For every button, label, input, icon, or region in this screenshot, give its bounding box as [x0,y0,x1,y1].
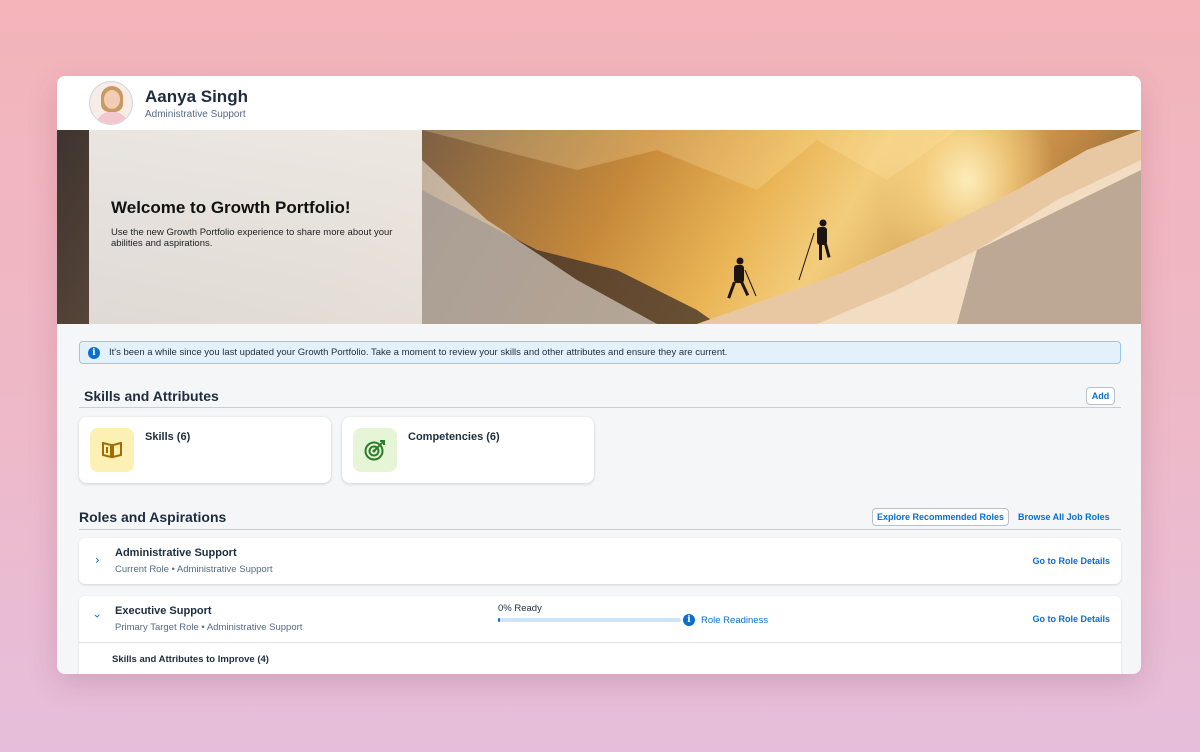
explore-recommended-roles-button[interactable]: Explore Recommended Roles [872,508,1009,526]
role-row-administrative-support: › Administrative Support Current Role • … [79,538,1121,584]
role-readiness-link[interactable]: i Role Readiness [683,614,768,626]
role-row-executive-support: › Executive Support Primary Target Role … [79,596,1121,674]
skills-to-improve-title: Skills and Attributes to Improve (4) [112,654,269,665]
update-reminder-alert: i It's been a while since you last updat… [79,341,1121,364]
competencies-card[interactable]: Competencies (6) [342,417,594,483]
info-icon: i [88,346,100,359]
role-subtitle: Primary Target Role • Administrative Sup… [115,622,303,633]
alert-text: It's been a while since you last updated… [109,347,728,358]
readiness-progress-fill [498,618,500,622]
go-to-role-details-link[interactable]: Go to Role Details [1032,556,1110,566]
readiness-progress-bar [498,618,681,622]
welcome-text: Use the new Growth Portfolio experience … [111,227,393,249]
hero-banner: Welcome to Growth Portfolio! Use the new… [57,130,1141,324]
go-to-role-details-link[interactable]: Go to Role Details [1032,614,1110,624]
chevron-right-icon[interactable]: › [95,553,100,567]
user-role: Administrative Support [145,108,246,120]
role-subtitle: Current Role • Administrative Support [115,564,273,575]
welcome-panel: Welcome to Growth Portfolio! Use the new… [89,130,422,324]
readiness-label: 0% Ready [498,603,542,614]
target-icon [353,428,397,472]
skills-card-label: Skills (6) [145,431,191,443]
avatar[interactable] [89,81,133,125]
skills-card[interactable]: Skills (6) [79,417,331,483]
add-button[interactable]: Add [1086,387,1115,405]
profile-header: Aanya Singh Administrative Support [57,76,1141,130]
skills-section-title: Skills and Attributes [84,388,219,404]
app-window: Aanya Singh Administrative Support Welco… [57,76,1141,674]
role-readiness-label: Role Readiness [701,614,769,626]
user-name: Aanya Singh [145,86,248,106]
profile-info: Aanya Singh Administrative Support [145,87,248,120]
info-icon: i [683,614,695,626]
book-icon [90,428,134,472]
competencies-card-label: Competencies (6) [408,431,500,443]
role-title: Executive Support [115,605,212,617]
roles-section-title: Roles and Aspirations [79,509,227,525]
chevron-down-icon[interactable]: › [90,614,104,619]
welcome-title: Welcome to Growth Portfolio! [111,198,351,217]
browse-all-job-roles-link[interactable]: Browse All Job Roles [1018,512,1110,522]
role-title: Administrative Support [115,547,237,559]
